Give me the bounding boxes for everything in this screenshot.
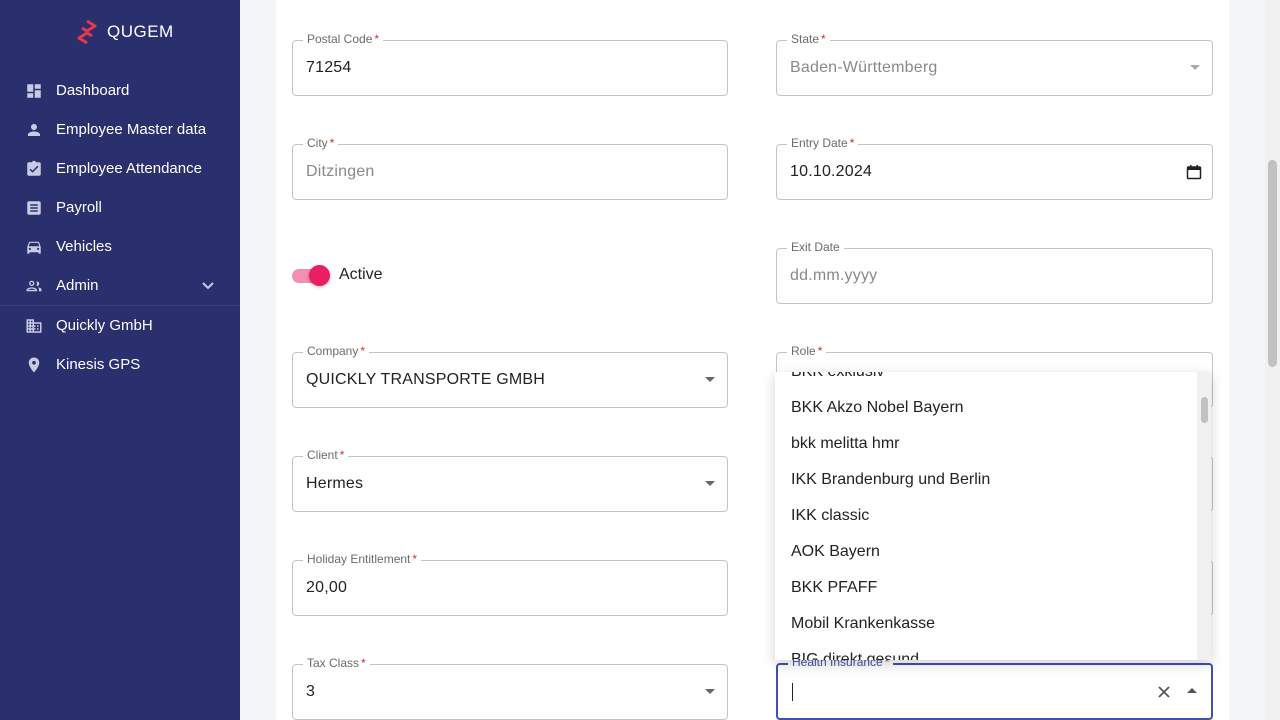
entry-date-field[interactable]: Entry Date * 10.10.2024 [776,136,1213,200]
postal-code-value: 71254 [306,59,352,76]
active-toggle[interactable] [292,265,330,287]
group-icon [25,277,43,295]
sidebar-item-label: Quickly GmbH [56,317,153,334]
brand[interactable]: QUGEM [77,20,174,44]
required-marker: * [849,136,855,150]
sidebar-item-label: Payroll [56,199,102,216]
active-toggle-label: Active [339,266,383,283]
entry-date-value: 10.10.2024 [790,163,873,180]
company-select[interactable]: Company * QUICKLY TRANSPORTE GMBH [292,344,728,408]
required-marker: * [412,552,418,566]
caret-up-icon[interactable] [1187,688,1197,693]
holiday-entitlement-field[interactable]: Holiday Entitlement * 20,00 [292,552,728,616]
sidebar-item-admin[interactable]: Admin [0,266,240,305]
caret-down-icon [705,377,715,382]
text-cursor [792,683,793,701]
car-icon [25,238,43,256]
page-scrollbar[interactable] [1265,0,1280,720]
state-value: Baden-Württemberg [790,59,938,76]
role-label: Role [791,344,816,358]
postal-code-label: Postal Code [307,32,373,46]
sidebar-item-kinesis-gps[interactable]: Kinesis GPS [0,345,240,384]
sidebar-item-label: Employee Master data [56,121,207,138]
tax-class-select[interactable]: Tax Class * 3 [292,656,728,720]
list-item[interactable]: Mobil Krankenkasse [775,606,1197,642]
company-label: Company [307,344,359,358]
sidebar-item-label: Employee Attendance [56,160,202,177]
sidebar-item-employee-attendance[interactable]: Employee Attendance [0,149,240,188]
required-marker: * [361,656,366,670]
holiday-entitlement-value: 20,00 [306,579,348,596]
list-item[interactable]: AOK Bayern [775,534,1197,570]
dashboard-icon [25,82,43,100]
person-icon [25,121,43,139]
list-item[interactable]: BKK PFAFF [775,570,1197,606]
caret-down-icon [1190,65,1200,70]
required-marker: * [360,344,366,358]
page-scrollbar-thumb[interactable] [1268,160,1277,367]
required-marker: * [821,32,826,46]
required-marker: * [374,32,380,46]
brand-name: QUGEM [107,22,174,41]
dropdown-scrollbar[interactable] [1197,372,1211,660]
list-item[interactable]: BKK Akzo Nobel Bayern [775,390,1197,426]
health-insurance-input[interactable]: Health Insurance * [776,655,1213,720]
tax-class-label: Tax Class [307,656,360,670]
sidebar-item-vehicles[interactable]: Vehicles [0,227,240,266]
toggle-thumb [309,265,330,286]
sidebar-item-employee-master-data[interactable]: Employee Master data [0,110,240,149]
dropdown-scrollbar-thumb[interactable] [1201,397,1208,423]
sidebar-item-dashboard[interactable]: Dashboard [0,71,240,110]
exit-date-placeholder: dd.mm.yyyy [790,267,878,284]
required-marker: * [817,344,823,358]
sidebar-item-quickly-gmbh[interactable]: Quickly GmbH [0,306,240,345]
clear-icon[interactable] [1155,683,1173,701]
caret-down-icon [705,689,715,694]
sidebar-item-label: Kinesis GPS [56,356,141,373]
receipt-icon [25,199,43,217]
list-item[interactable]: BKK exklusiv [775,372,1197,390]
sidebar: QUGEM Dashboard Employee Master data Emp… [0,0,240,720]
health-insurance-options-list: BKK exklusiv BKK Akzo Nobel Bayern bkk m… [775,372,1211,660]
entry-date-label: Entry Date [791,136,848,150]
city-value: Ditzingen [306,163,375,180]
brand-logo-icon [77,20,97,44]
company-value: QUICKLY TRANSPORTE GMBH [306,371,546,388]
state-select[interactable]: State * Baden-Württemberg [776,32,1213,96]
caret-down-icon [705,481,715,486]
sidebar-item-label: Admin [56,277,99,294]
exit-date-field[interactable]: Exit Date dd.mm.yyyy [776,240,1213,304]
sidebar-item-label: Vehicles [56,238,112,255]
holiday-entitlement-label: Holiday Entitlement [307,552,411,566]
calendar-icon[interactable] [1186,164,1202,180]
tax-class-value: 3 [306,683,316,700]
list-item[interactable]: BIG direkt gesund [775,642,1197,660]
required-marker: * [329,136,335,150]
sidebar-item-payroll[interactable]: Payroll [0,188,240,227]
city-label: City [307,136,328,150]
location-pin-icon [25,356,43,374]
client-value: Hermes [306,475,364,492]
client-label: Client [307,448,338,462]
state-label: State [791,32,820,46]
city-field[interactable]: City * Ditzingen [292,136,728,200]
exit-date-label: Exit Date [791,240,840,254]
required-marker: * [339,448,345,462]
list-item[interactable]: bkk melitta hmr [775,426,1197,462]
client-select[interactable]: Client * Hermes [292,448,728,512]
building-icon [25,317,43,335]
assignment-check-icon [25,160,43,178]
list-item[interactable]: IKK Brandenburg und Berlin [775,462,1197,498]
sidebar-item-label: Dashboard [56,82,130,99]
chevron-down-icon [201,278,215,292]
postal-code-field[interactable]: Postal Code * 71254 [292,32,728,96]
list-item[interactable]: IKK classic [775,498,1197,534]
